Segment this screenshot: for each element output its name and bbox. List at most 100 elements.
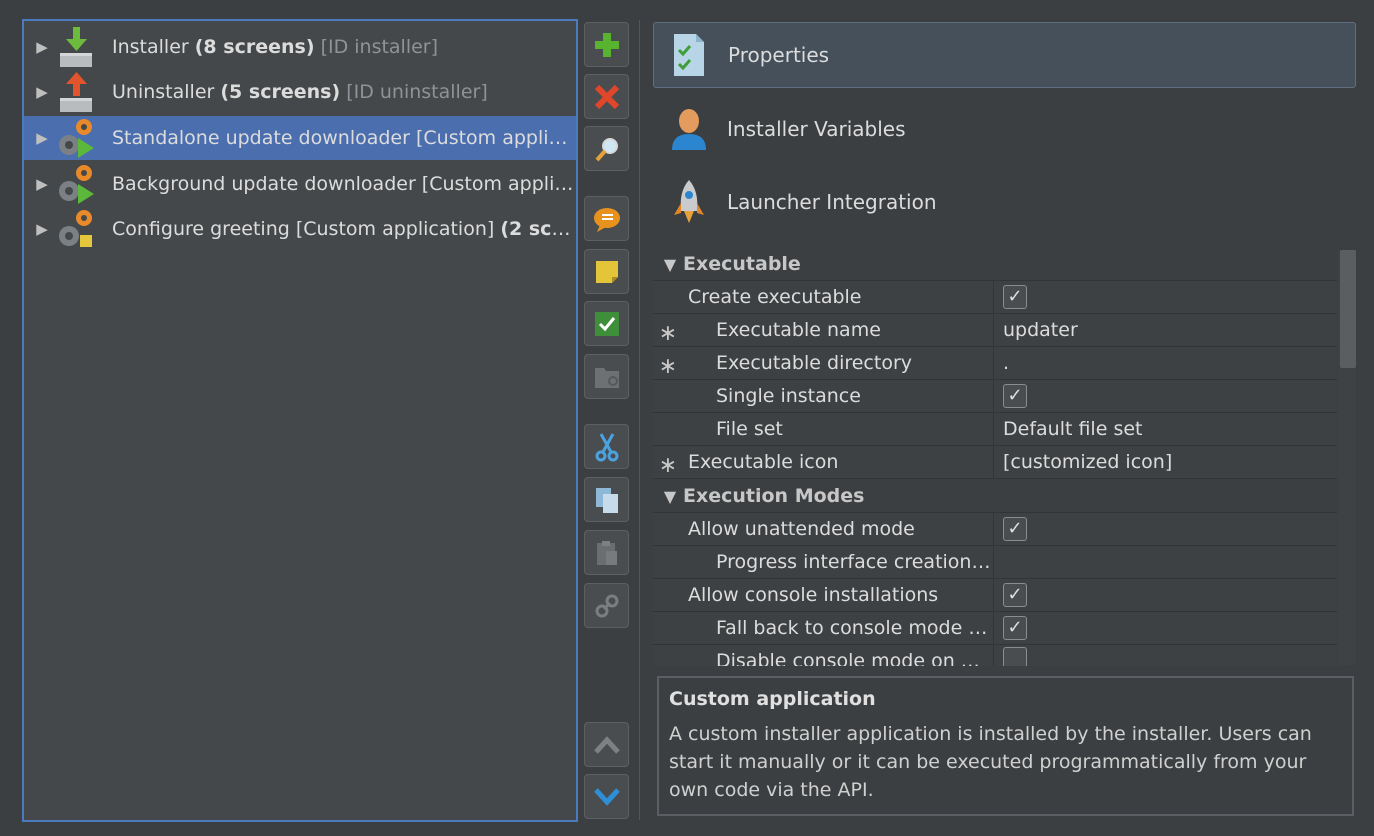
checkbox[interactable]: ✓ — [1003, 616, 1027, 640]
collapse-arrow-icon[interactable]: ▼ — [653, 255, 683, 274]
property-single-instance[interactable]: Single instance ✓ — [653, 379, 1337, 413]
property-fall-back-console-mode[interactable]: Fall back to console mode o... ✓ — [653, 611, 1337, 645]
tree-item-name: Background update downloader [Custom app… — [112, 173, 576, 195]
property-allow-unattended-mode[interactable]: Allow unattended mode ✓ — [653, 512, 1337, 546]
tree-item-name: Configure greeting [Custom application] — [112, 218, 495, 240]
uninstaller-icon — [54, 70, 98, 114]
delete-button[interactable] — [584, 74, 629, 119]
property-executable-name[interactable]: ∗ Executable name updater — [653, 313, 1337, 347]
property-value[interactable]: Default file set — [994, 418, 1142, 440]
group-executable[interactable]: ▼ Executable — [653, 248, 1337, 281]
check-button[interactable] — [584, 301, 629, 346]
property-value[interactable]: updater — [994, 319, 1078, 341]
add-icon — [594, 32, 619, 57]
description-text: A custom installer application is instal… — [669, 723, 1312, 801]
tree-item-count: (2 scre... — [500, 218, 576, 240]
required-icon: ∗ — [658, 353, 678, 379]
description-title: Custom application — [669, 688, 876, 710]
section-installer-variables[interactable]: Installer Variables — [653, 96, 1356, 162]
expand-arrow-icon[interactable]: ▶ — [24, 38, 54, 56]
tree-item-id: [ID uninstaller] — [346, 81, 488, 103]
group-execution-modes[interactable]: ▼ Execution Modes — [653, 480, 1337, 513]
cut-button[interactable] — [584, 424, 629, 469]
move-up-button[interactable] — [584, 722, 629, 767]
collapse-arrow-icon[interactable]: ▼ — [653, 487, 683, 506]
property-progress-interface-creation[interactable]: Progress interface creation ... — [653, 545, 1337, 579]
copy-icon — [595, 487, 618, 513]
property-name: Executable icon — [683, 445, 994, 479]
comment-icon — [593, 207, 620, 232]
tree-item-configure-greeting[interactable]: ▶ Configure greeting [Custom application… — [24, 207, 576, 251]
rocket-icon — [669, 177, 709, 227]
property-allow-console-installations[interactable]: Allow console installations ✓ — [653, 578, 1337, 612]
section-label: Properties — [728, 43, 830, 67]
description-panel: Custom application A custom installer ap… — [657, 676, 1354, 816]
property-value[interactable]: . — [994, 352, 1009, 374]
move-down-icon — [593, 787, 620, 806]
properties-icon — [670, 30, 710, 80]
expand-arrow-icon[interactable]: ▶ — [24, 83, 54, 101]
property-name: Single instance — [683, 379, 994, 413]
user-icon — [669, 104, 709, 154]
property-name: File set — [683, 412, 994, 446]
tree-item-background-update-downloader[interactable]: ▶ Background update downloader [Custom a… — [24, 162, 576, 206]
property-create-executable[interactable]: Create executable ✓ — [653, 280, 1337, 314]
search-button[interactable] — [584, 126, 629, 171]
tree-item-name: Installer — [112, 36, 189, 58]
tree-item-installer[interactable]: ▶ Installer (8 screens) [ID installer] — [24, 25, 576, 69]
custom-application-icon — [54, 116, 98, 160]
checkbox[interactable]: ✓ — [1003, 384, 1027, 408]
checkbox[interactable]: ✓ — [1003, 583, 1027, 607]
tree-item-standalone-update-downloader[interactable]: ▶ Standalone update downloader [Custom a… — [24, 116, 576, 160]
section-label: Installer Variables — [727, 117, 906, 141]
properties-table[interactable]: ▼ Executable Create executable ✓ ∗ Execu… — [653, 248, 1356, 666]
expand-arrow-icon[interactable]: ▶ — [24, 129, 54, 147]
property-value[interactable]: [customized icon] — [994, 451, 1172, 473]
property-executable-directory[interactable]: ∗ Executable directory . — [653, 346, 1337, 380]
property-name: Allow unattended mode — [683, 512, 994, 546]
screens-and-actions-tree[interactable]: ▶ Installer (8 screens) [ID installer] ▶ — [22, 19, 578, 822]
properties-scrollbar-thumb[interactable] — [1340, 250, 1356, 368]
expand-arrow-icon[interactable]: ▶ — [24, 175, 54, 193]
tree-item-count: (5 screens) — [220, 81, 341, 103]
folder-button[interactable] — [584, 354, 629, 399]
link-button[interactable] — [584, 583, 629, 628]
add-button[interactable] — [584, 22, 629, 67]
property-name: Create executable — [683, 280, 994, 314]
checkbox[interactable] — [1003, 646, 1027, 666]
property-name: Fall back to console mode o... — [683, 611, 994, 645]
note-button[interactable] — [584, 249, 629, 294]
property-executable-icon[interactable]: ∗ Executable icon [customized icon] — [653, 445, 1337, 479]
property-disable-console-mode[interactable]: Disable console mode on W... — [653, 644, 1337, 666]
checkbox[interactable]: ✓ — [1003, 517, 1027, 541]
section-label: Launcher Integration — [727, 190, 937, 214]
required-icon: ∗ — [658, 452, 678, 478]
checkbox[interactable]: ✓ — [1003, 285, 1027, 309]
section-properties[interactable]: Properties — [653, 22, 1356, 88]
pane-divider[interactable] — [639, 20, 640, 820]
tree-item-id: [ID installer] — [320, 36, 439, 58]
group-title: Execution Modes — [683, 485, 865, 507]
property-name: Executable directory — [683, 346, 994, 380]
delete-icon — [594, 84, 619, 109]
property-file-set[interactable]: File set Default file set — [653, 412, 1337, 446]
copy-button[interactable] — [584, 477, 629, 522]
expand-arrow-icon[interactable]: ▶ — [24, 220, 54, 238]
search-icon — [595, 137, 618, 161]
move-up-icon — [593, 735, 620, 754]
comment-button[interactable] — [584, 196, 629, 241]
section-launcher-integration[interactable]: Launcher Integration — [653, 169, 1356, 235]
property-name: Allow console installations — [683, 578, 994, 612]
installer-icon — [54, 25, 98, 69]
tree-item-uninstaller[interactable]: ▶ Uninstaller (5 screens) [ID uninstalle… — [24, 70, 576, 114]
note-icon — [595, 260, 618, 283]
tree-item-name: Standalone update downloader [Custom app… — [112, 127, 576, 149]
link-icon — [595, 594, 618, 617]
group-title: Executable — [683, 253, 801, 275]
custom-application-icon — [54, 162, 98, 206]
paste-button[interactable] — [584, 530, 629, 575]
check-icon — [594, 311, 619, 336]
property-name: Progress interface creation ... — [683, 545, 994, 579]
move-down-button[interactable] — [584, 774, 629, 819]
property-name: Disable console mode on W... — [683, 644, 994, 666]
